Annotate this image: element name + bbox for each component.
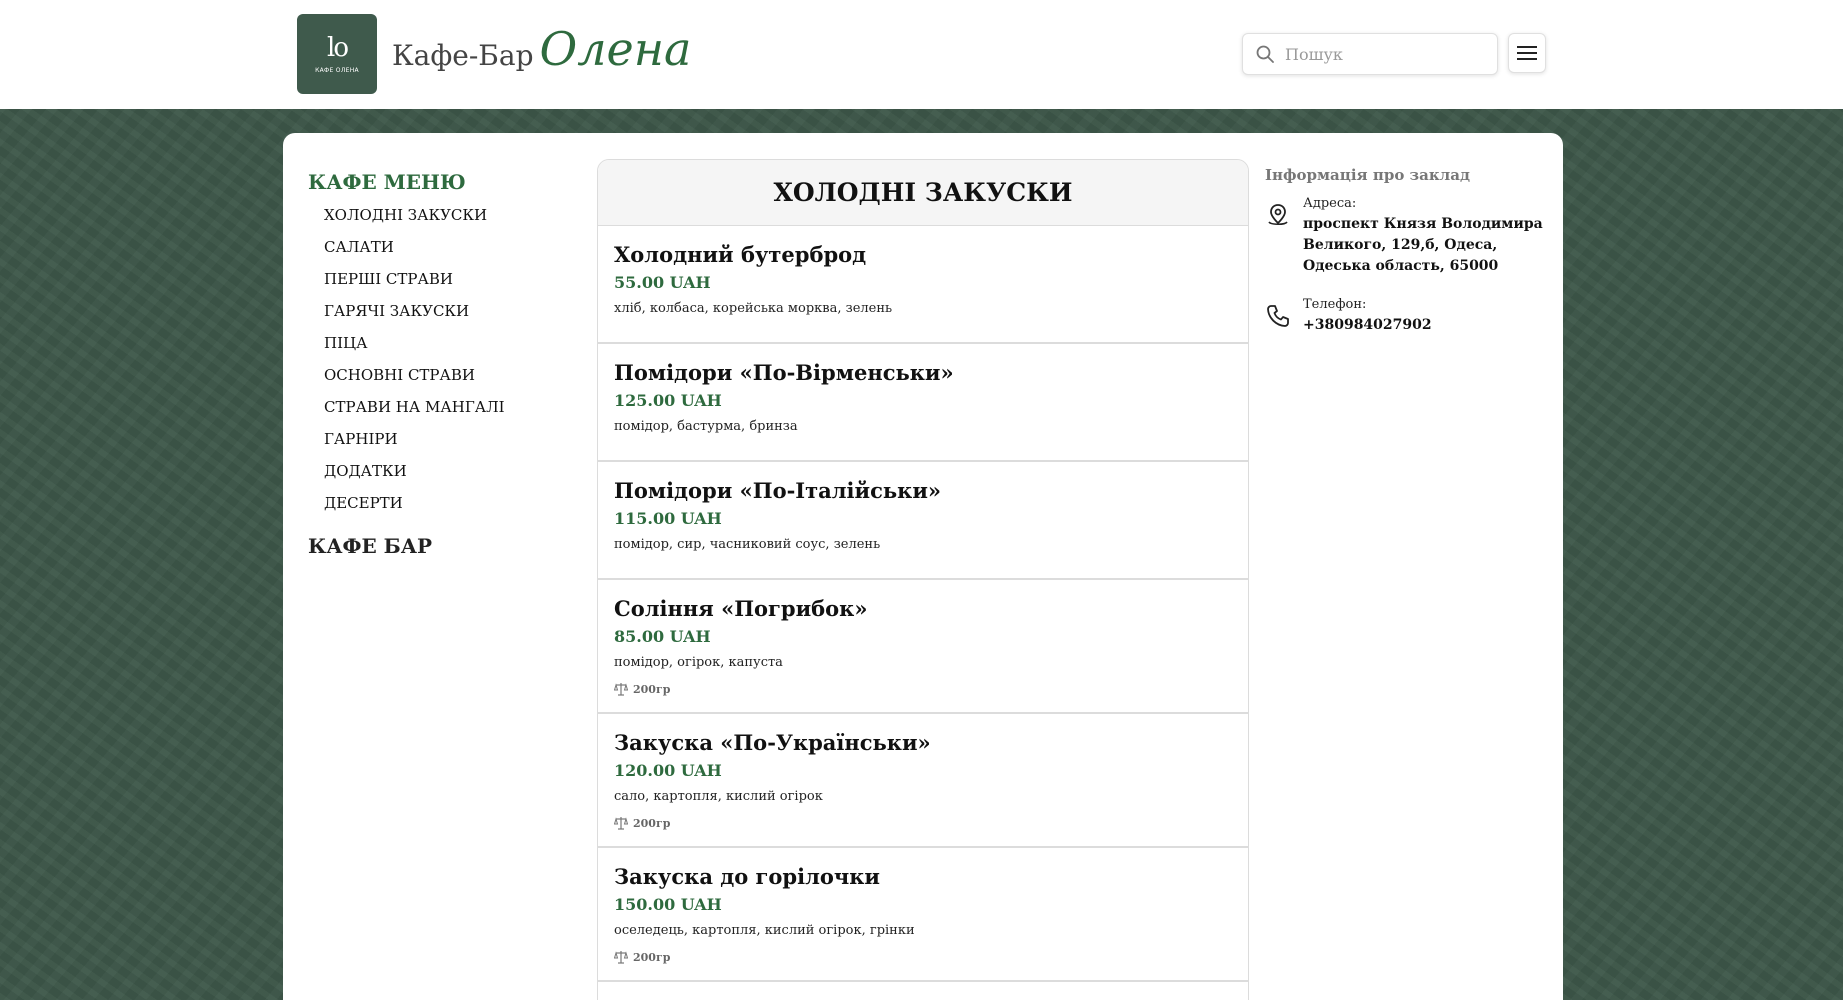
scale-icon: [614, 951, 628, 964]
menu-item-weight: 200гр: [614, 810, 1232, 836]
search-icon: [1256, 45, 1274, 63]
sidebar-item-desserts[interactable]: ДЕСЕРТИ: [324, 492, 568, 524]
menu-item[interactable]: Закуска до горілочки 150.00 UAH оселедец…: [598, 848, 1248, 982]
sidebar-item-hot-snacks[interactable]: ГАРЯЧІ ЗАКУСКИ: [324, 300, 568, 332]
menu-item-weight-value: 200гр: [633, 950, 671, 964]
menu-item-price: 125.00 UAH: [614, 391, 722, 410]
menu-item-price: 150.00 UAH: [614, 895, 722, 914]
menu-item-description: помідор, бастурма, бринза: [614, 419, 798, 434]
menu-item[interactable]: Закуска «По-Українськи» 120.00 UAH сало,…: [598, 714, 1248, 848]
menu-button[interactable]: [1508, 33, 1546, 73]
sidebar: КАФЕ МЕНЮ ХОЛОДНІ ЗАКУСКИ САЛАТИ ПЕРШІ С…: [308, 170, 568, 568]
menu-item[interactable]: Помідори «По-Вірменськи» 125.00 UAH помі…: [598, 344, 1248, 462]
sidebar-item-grill[interactable]: СТРАВИ НА МАНГАЛІ: [324, 396, 568, 428]
phone-icon: [1267, 305, 1289, 327]
menu-item-weight: 200гр: [614, 944, 1232, 970]
logo[interactable]: lo КАФЕ ОЛЕНА: [297, 14, 377, 94]
sidebar-item-first-courses[interactable]: ПЕРШІ СТРАВИ: [324, 268, 568, 300]
menu-item-name: Закуска до горілочки: [614, 864, 881, 889]
menu-item-name: Помідори «По-Вірменськи»: [614, 360, 954, 385]
map-pin-icon: [1268, 204, 1288, 226]
menu-item-price: 55.00 UAH: [614, 273, 711, 292]
logo-caption: КАФЕ ОЛЕНА: [315, 66, 359, 74]
menu-item-weight-value: 200гр: [633, 682, 671, 696]
menu-item-description: хліб, колбаса, корейська морква, зелень: [614, 301, 893, 316]
sidebar-item-main-courses[interactable]: ОСНОВНІ СТРАВИ: [324, 364, 568, 396]
menu-item-weight-value: 200гр: [633, 816, 671, 830]
sidebar-item-cold-snacks[interactable]: ХОЛОДНІ ЗАКУСКИ: [324, 204, 568, 236]
menu-item-name: Закуска «По-Українськи»: [614, 730, 931, 755]
site-header: lo КАФЕ ОЛЕНА Кафе-Бар Олена: [0, 0, 1843, 109]
menu-item-description: помідор, огірок, капуста: [614, 655, 783, 670]
menu-item-description: оселедець, картопля, кислий огірок, грін…: [614, 923, 915, 938]
menu-item[interactable]: Помідори «По-Італійськи» 115.00 UAH помі…: [598, 462, 1248, 580]
sidebar-item-sides[interactable]: ГАРНІРИ: [324, 428, 568, 460]
brand-script: Олена: [539, 22, 692, 76]
menu-item-weight: 200гр: [614, 676, 1232, 702]
sidebar-heading-bar[interactable]: КАФЕ БАР: [308, 534, 568, 558]
sidebar-heading-menu[interactable]: КАФЕ МЕНЮ: [308, 170, 568, 194]
menu-item-description: помідор, сир, часниковий соус, зелень: [614, 537, 881, 552]
brand-title[interactable]: Кафе-Бар Олена: [392, 26, 691, 82]
menu-item[interactable]: Холодний бутерброд 55.00 UAH хліб, колба…: [598, 226, 1248, 344]
menu-item[interactable]: Соління «Погрибок» 85.00 UAH помідор, ог…: [598, 580, 1248, 714]
search-input[interactable]: [1285, 44, 1475, 64]
address-row: Адреса: проспект Князя Володимира Велико…: [1265, 194, 1545, 277]
hamburger-icon: [1517, 46, 1537, 60]
venue-info-title: Інформація про заклад: [1265, 166, 1470, 184]
page-title: ХОЛОДНІ ЗАКУСКИ: [773, 178, 1073, 207]
scale-icon: [614, 683, 628, 696]
menu-item-price: 120.00 UAH: [614, 761, 722, 780]
menu-item-description: сало, картопля, кислий огірок: [614, 789, 823, 804]
menu-item-price: 115.00 UAH: [614, 509, 722, 528]
menu-panel: ХОЛОДНІ ЗАКУСКИ Холодний бутерброд 55.00…: [597, 159, 1249, 1000]
sidebar-item-extras[interactable]: ДОДАТКИ: [324, 460, 568, 492]
venue-info: Інформація про заклад Адреса: проспект К…: [1265, 166, 1545, 354]
phone-label: Телефон:: [1303, 297, 1367, 312]
menu-panel-header: ХОЛОДНІ ЗАКУСКИ: [598, 160, 1248, 226]
sidebar-item-pizza[interactable]: ПІЦА: [324, 332, 568, 364]
address-value: проспект Князя Володимира Великого, 129,…: [1303, 216, 1543, 274]
menu-item-name: Помідори «По-Італійськи»: [614, 478, 942, 503]
phone-row: Телефон: +380984027902: [1265, 295, 1545, 336]
search-box[interactable]: [1242, 33, 1498, 75]
scale-icon: [614, 817, 628, 830]
menu-item-price: 85.00 UAH: [614, 627, 711, 646]
sidebar-item-salads[interactable]: САЛАТИ: [324, 236, 568, 268]
brand-prefix: Кафе-Бар: [392, 39, 534, 72]
phone-value[interactable]: +380984027902: [1303, 315, 1432, 336]
menu-item-name: Соління «Погрибок»: [614, 596, 868, 621]
menu-item-name: Холодний бутерброд: [614, 242, 867, 267]
address-label: Адреса:: [1303, 196, 1357, 211]
logo-monogram: lo: [327, 32, 349, 63]
